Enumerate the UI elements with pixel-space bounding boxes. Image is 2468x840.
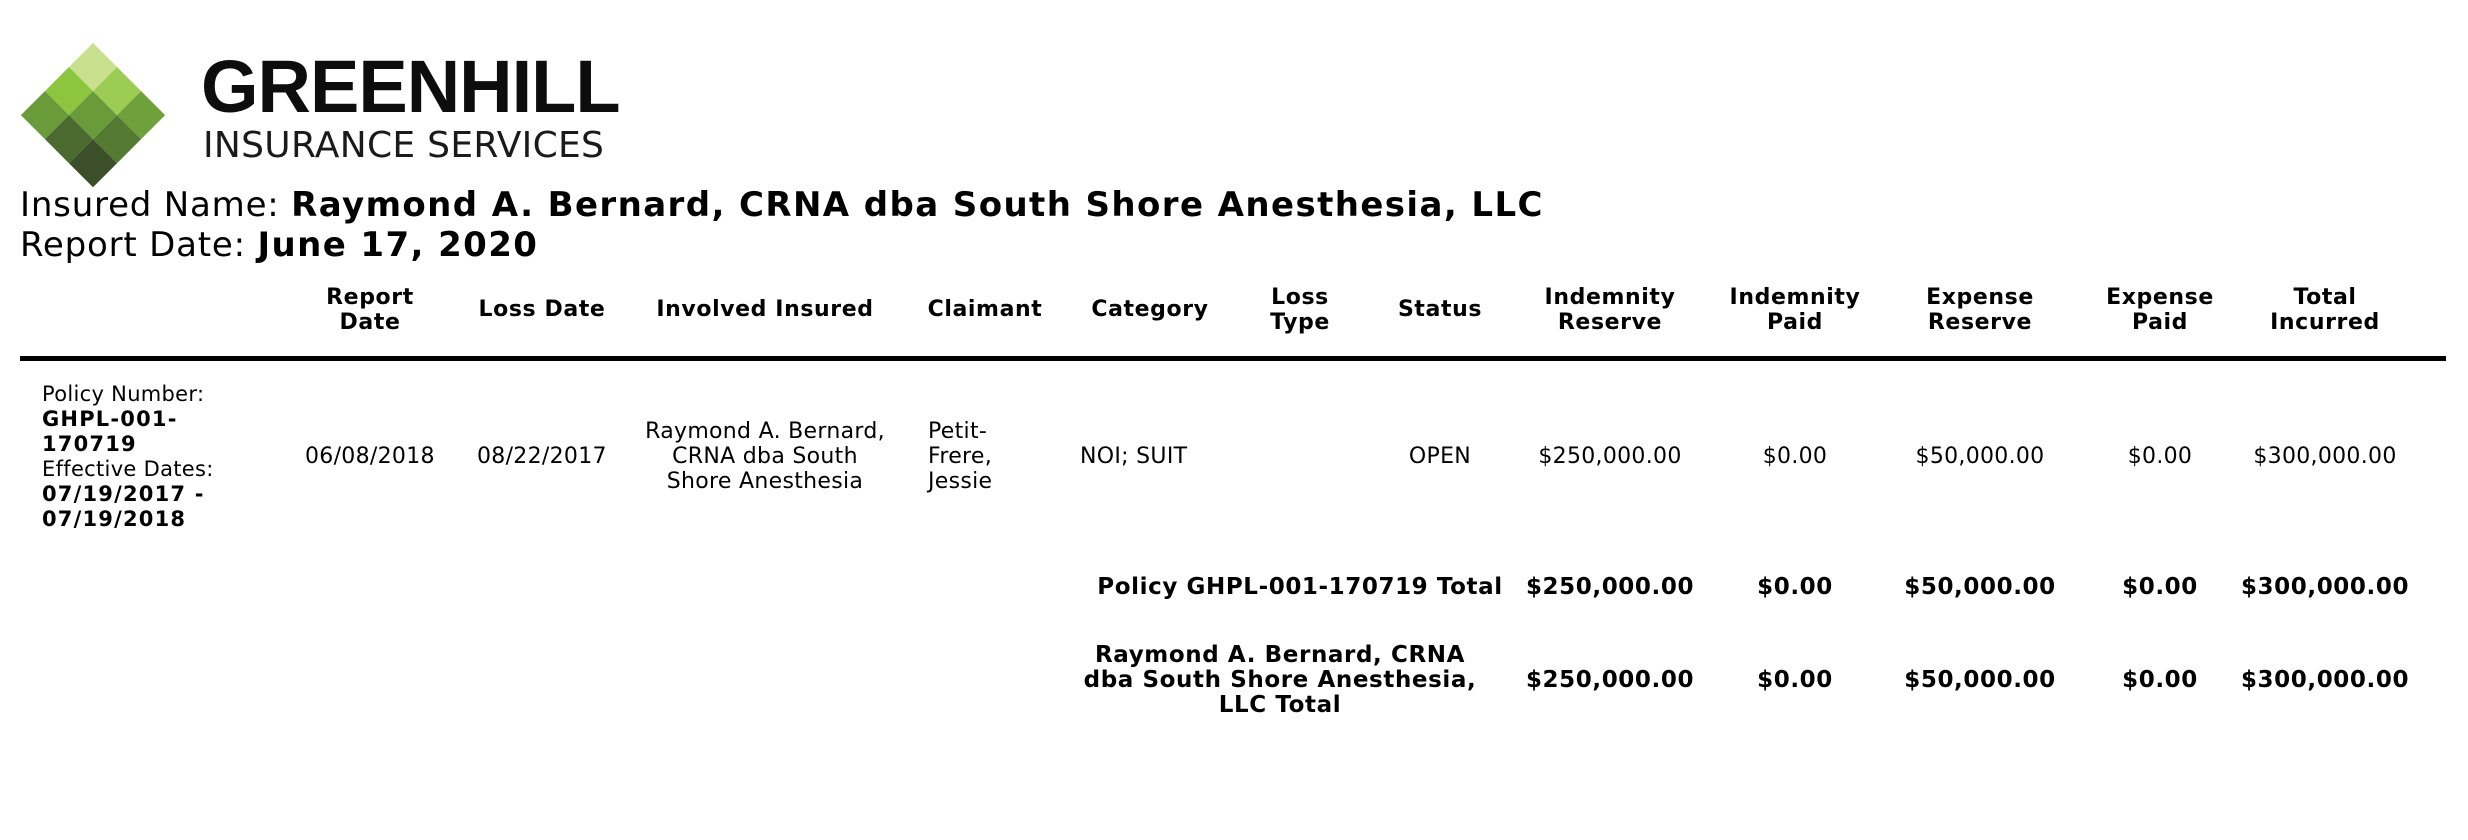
logo-wordmark: GREENHILL [201,45,621,128]
col-claimant: Claimant [927,297,1043,322]
insured-name-value: Raymond A. Bernard, CRNA dba South Shore… [291,185,1544,225]
col-loss-type: Loss Type [1270,285,1330,335]
claim-expense-reserve: $50,000.00 [1915,444,2045,469]
col-loss-date: Loss Date [478,297,606,322]
greenhill-logo: GREENHILL INSURANCE SERVICES [18,38,638,188]
claim-expense-paid: $0.00 [2127,444,2193,469]
claim-loss-date: 08/22/2017 [477,444,607,469]
header-divider [20,356,2446,361]
effective-dates-label: Effective Dates: [42,457,214,481]
col-indemnity-paid: Indemnity Paid [1729,285,1861,335]
policy-total-indemnity-reserve: $250,000.00 [1525,574,1695,600]
col-report-date: Report Date [326,285,414,335]
col-expense-paid: Expense Paid [2106,285,2214,335]
report-date-value: June 17, 2020 [257,225,539,265]
insured-name-label: Insured Name: [20,185,292,225]
insured-total-indemnity-reserve: $250,000.00 [1525,667,1695,693]
claim-total-incurred: $300,000.00 [2253,444,2397,469]
claim-status: OPEN [1408,444,1472,469]
claim-category: NOI; SUIT [1080,444,1188,469]
claim-claimant: Petit-Frere, Jessie [928,419,993,494]
policy-total-expense-paid: $0.00 [2122,574,2198,600]
policy-total-indemnity-paid: $0.00 [1757,574,1833,600]
insured-total-label: Raymond A. Bernard, CRNA dba South Shore… [1083,642,1477,718]
policy-total-expense-reserve: $50,000.00 [1904,574,2056,600]
policy-number: GHPL-001-170719 [42,407,178,456]
report-date-label: Report Date: [20,225,258,265]
report-date-line: Report Date: June 17, 2020 [20,228,538,262]
claim-involved-insured: Raymond A. Bernard, CRNA dba South Shore… [645,419,885,494]
policy-total-total-incurred: $300,000.00 [2240,574,2410,600]
col-total-incurred: Total Incurred [2270,285,2380,335]
claim-report-date: 06/08/2018 [305,444,435,469]
insured-name-line: Insured Name: Raymond A. Bernard, CRNA d… [20,188,1544,222]
logo-tagline: INSURANCE SERVICES [203,125,605,166]
policy-number-label: Policy Number: [42,382,205,406]
claim-indemnity-reserve: $250,000.00 [1538,444,1682,469]
col-involved-insured: Involved Insured [656,297,874,322]
claim-indemnity-paid: $0.00 [1762,444,1828,469]
col-indemnity-reserve: Indemnity Reserve [1544,285,1676,335]
effective-dates: 07/19/2017 - 07/19/2018 [42,482,205,531]
insured-total-indemnity-paid: $0.00 [1757,667,1833,693]
policy-total-label: Policy GHPL-001-170719 Total [1097,574,1503,600]
policy-info: Policy Number: GHPL-001-170719 Effective… [42,382,232,532]
insured-total-expense-paid: $0.00 [2122,667,2198,693]
col-expense-reserve: Expense Reserve [1926,285,2034,335]
insured-total-expense-reserve: $50,000.00 [1904,667,2056,693]
col-status: Status [1397,297,1483,322]
col-category: Category [1091,297,1209,322]
insured-total-total-incurred: $300,000.00 [2240,667,2410,693]
diamond-logo-icon [20,42,166,188]
